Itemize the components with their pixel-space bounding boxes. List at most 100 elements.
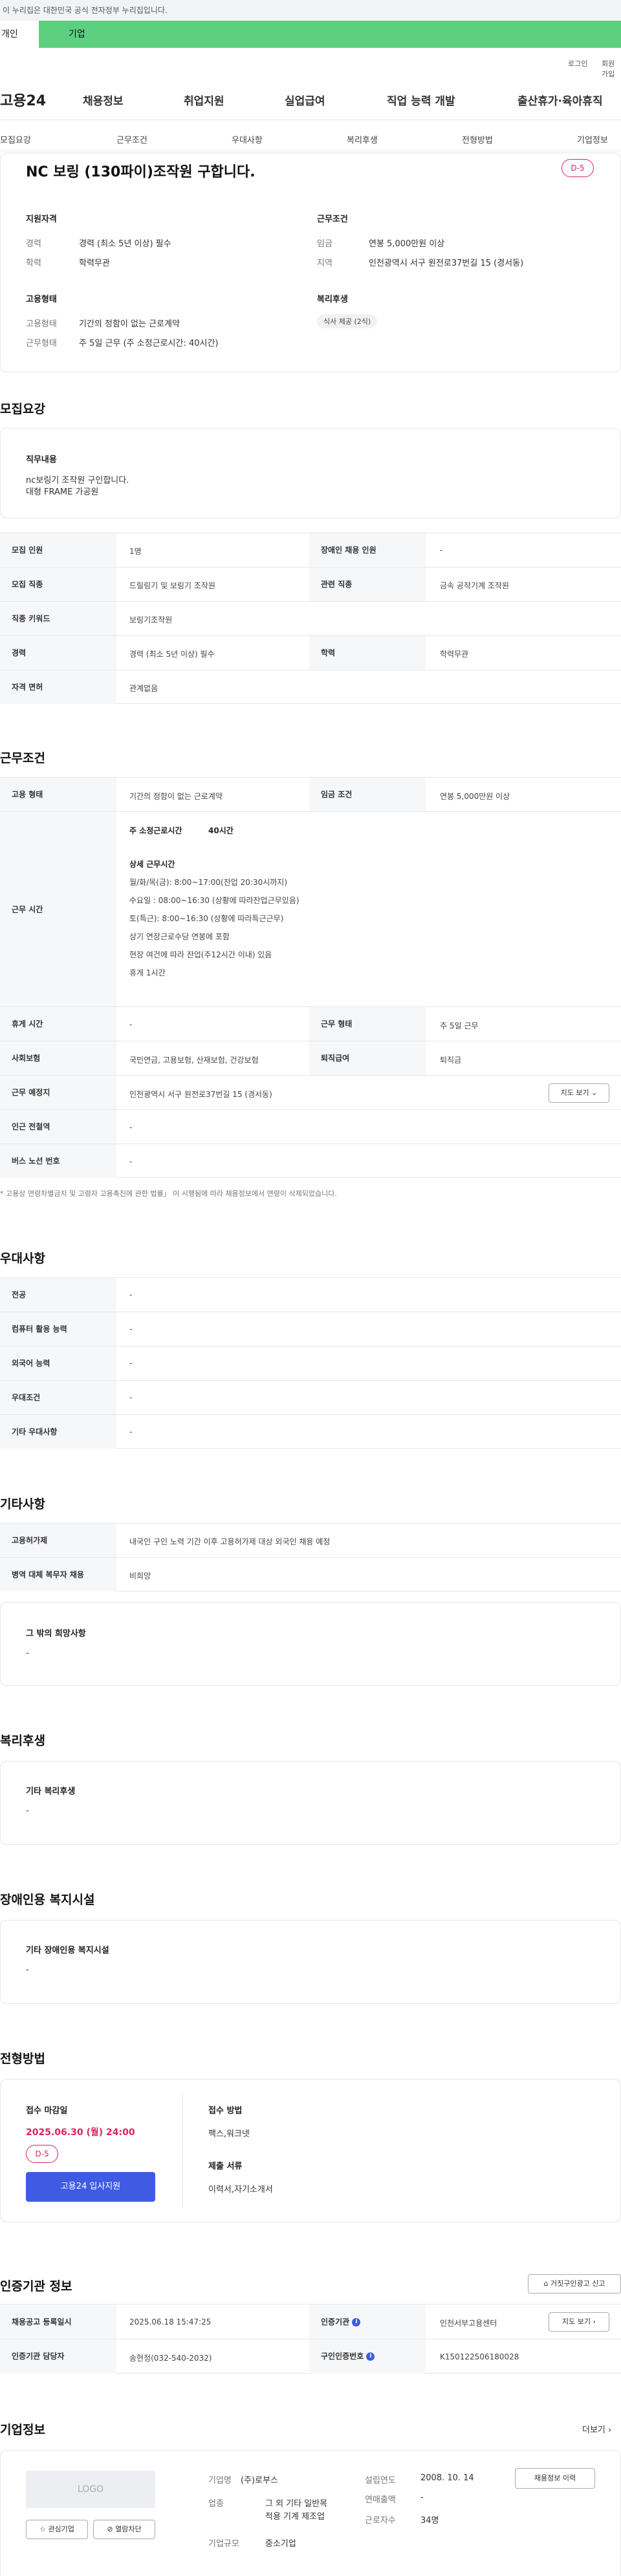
table-row: 전공 - [0, 1277, 621, 1312]
table-header: 기타 우대사항 [0, 1415, 116, 1449]
table-header: 퇴직급여 [309, 1041, 426, 1076]
nav-unemployment-benefit[interactable]: 실업급여 [285, 92, 325, 108]
info-icon[interactable]: i [352, 2318, 361, 2326]
table-header: 장애인 채용 인원 [309, 533, 426, 567]
table-row: 고용허가제 내국인 구인 노력 기간 이후 고용허가제 대상 외국인 채용 예정 [0, 1523, 621, 1557]
table-cell: 보링기조작원 [129, 615, 173, 624]
table-row: 자격 면허 관계없음 [0, 670, 621, 704]
table-cell: 2025.06.18 15:47:25 [129, 2317, 212, 2326]
tab-individual[interactable]: 개인 [0, 21, 39, 48]
extra-card [0, 1602, 621, 1686]
detail-line: 휴게 1시간 [129, 968, 166, 977]
login-link[interactable]: 로그인 [568, 58, 587, 69]
docs-value: 이력서,자기소개서 [208, 2185, 273, 2195]
year-label: 설립연도 [365, 2476, 396, 2486]
company-name[interactable]: (주)로부스 [241, 2473, 278, 2486]
apply-button[interactable]: 고용24 입사지원 [26, 2172, 155, 2202]
table-row: 경력 경력 (최소 5년 이상) 필수 학력 학력무관 [0, 635, 621, 670]
weekly-hours-value: 40시간 [208, 826, 234, 835]
join-link[interactable]: 회원가입 [602, 58, 621, 79]
pref-section-title: 우대사항 [0, 1251, 45, 1266]
table-cell: - [440, 546, 443, 555]
block-view-button[interactable]: ⊘ 열람차단 [93, 2520, 155, 2539]
chevron-down-icon: ⌄ [591, 1089, 598, 1097]
anchor-process[interactable]: 전형방법 [462, 133, 493, 145]
member-tabs: 개인 기업 [0, 21, 621, 48]
emp-value: 주 5일 근무 (주 소정근로시간: 40시간) [79, 339, 219, 348]
industry-line: 그 외 기타 일반목 [265, 2499, 328, 2509]
table-header: 우대조건 [0, 1381, 116, 1414]
welfare-label: 기타 복리후생 [26, 1787, 76, 1796]
company-more-link[interactable]: 더보기 › [582, 2423, 611, 2435]
table-cell: K150122506180028 [440, 2352, 519, 2361]
nav-parental-leave[interactable]: 출산휴가·육아휴직 [518, 92, 603, 108]
table-cell: 연봉 5,000만원 이상 [440, 792, 510, 801]
table-header: 구인인증번호 i [309, 2339, 426, 2374]
table-cell: - [129, 1325, 133, 1334]
qual-value: 학력무관 [79, 259, 110, 268]
cert-map-button[interactable]: 지도 보기 › [549, 2312, 609, 2332]
table-header: 컴퓨터 활용 능력 [0, 1312, 116, 1346]
report-button[interactable]: ⌂ 거짓구인광고 신고 [528, 2274, 621, 2294]
table-cell: 금속 공작기계 조작원 [440, 581, 509, 590]
anchor-company[interactable]: 기업정보 [577, 133, 608, 145]
method-label: 접수 방법 [208, 2106, 243, 2116]
table-row: 우대조건 - [0, 1380, 621, 1414]
sales-label: 연매출액 [365, 2495, 396, 2505]
duty-label: 직무내용 [26, 455, 57, 465]
site-logo[interactable]: 고용24 [0, 89, 46, 110]
disab-label: 기타 장애인용 복지시설 [26, 1946, 109, 1955]
cond-label: 지역 [317, 259, 332, 268]
anchor-work[interactable]: 근무조건 [116, 133, 147, 145]
table-cell: - [129, 1123, 133, 1132]
cert-org-label: 인증기관 [321, 2317, 350, 2326]
table-row: 병역 대체 복무자 채용 비희망 [0, 1557, 621, 1591]
anchor-welfare[interactable]: 복리후생 [347, 133, 378, 145]
table-header: 임금 조건 [309, 778, 426, 812]
table-header: 인증기관 담당자 [0, 2339, 116, 2374]
welfare-section-title: 복리후생 [0, 1734, 45, 1748]
anchor-pref[interactable]: 우대사항 [232, 133, 263, 145]
table-row: 인근 전철역 - [0, 1109, 621, 1144]
table-header: 관련 직종 [309, 568, 426, 601]
company-section-title: 기업정보 [0, 2423, 45, 2437]
docs-label: 제출 서류 [208, 2162, 243, 2171]
nav-job-info[interactable]: 채용정보 [83, 92, 124, 108]
method-value: 팩스,워크넷 [208, 2129, 250, 2139]
emp-title: 고용형태 [26, 295, 57, 304]
table-row: 고용 형태 기간의 정함이 없는 근로계약 임금 조건 연봉 5,000만원 이… [0, 777, 621, 812]
work-section-title: 근무조건 [0, 751, 45, 765]
nav-employment-support[interactable]: 취업지원 [184, 92, 224, 108]
table-cell: 1명 [129, 547, 142, 556]
table-row: 근무 시간 주 소정근로시간 i 40시간 상세 근무시간 월/화/목(금): … [0, 811, 621, 1645]
favorite-company-button[interactable]: ☆ 관심기업 [26, 2520, 88, 2539]
emp-label: 고용형태 [26, 319, 57, 329]
star-icon: ☆ [39, 2525, 46, 2533]
table-row: 인증기관 담당자 송현정(032-540-2032) 구인인증번호 i K150… [0, 2339, 621, 2374]
welfare-summary-title: 복리후생 [317, 295, 348, 304]
report-button-label: 거짓구인광고 신고 [550, 2279, 605, 2288]
table-header: 자격 면허 [0, 670, 116, 704]
anchor-recruit[interactable]: 모집요강 [0, 133, 31, 145]
info-icon[interactable]: i [366, 2352, 375, 2361]
table-header: 휴게 시간 [0, 1007, 116, 1041]
emp-label: 근무형태 [26, 339, 57, 348]
duty-line: 대형 FRAME 가공원 [26, 487, 99, 497]
table-cell: 드릴링기 및 보링기 조작원 [129, 581, 215, 590]
map-button[interactable]: 지도 보기 ⌄ [549, 1083, 609, 1103]
detail-line: 월/화/목(금): 8:00~17:00(잔업 20:30시까지) [129, 878, 288, 887]
cond-value: 연봉 5,000만원 이상 [369, 239, 445, 249]
table-cell: 주 5일 근무 [440, 1021, 479, 1030]
table-cell: 인천광역시 서구 원전로37번길 15 (경서동) [129, 1090, 272, 1099]
table-header: 근무 시간 [0, 812, 116, 1007]
table-header: 경력 [0, 636, 116, 670]
qual-title: 지원자격 [26, 215, 57, 224]
nav-vocational-training[interactable]: 직업 능력 개발 [387, 92, 455, 108]
employees-label: 근로자수 [365, 2516, 396, 2526]
table-row: 버스 노선 번호 - [0, 1144, 621, 1178]
table-row: 컴퓨터 활용 능력 - [0, 1312, 621, 1346]
tab-business[interactable]: 기업 [39, 21, 621, 48]
recruit-history-button[interactable]: 채용정보 이력 [515, 2468, 595, 2489]
table-header: 고용허가제 [0, 1524, 116, 1557]
company-logo: LOGO [26, 2471, 155, 2508]
